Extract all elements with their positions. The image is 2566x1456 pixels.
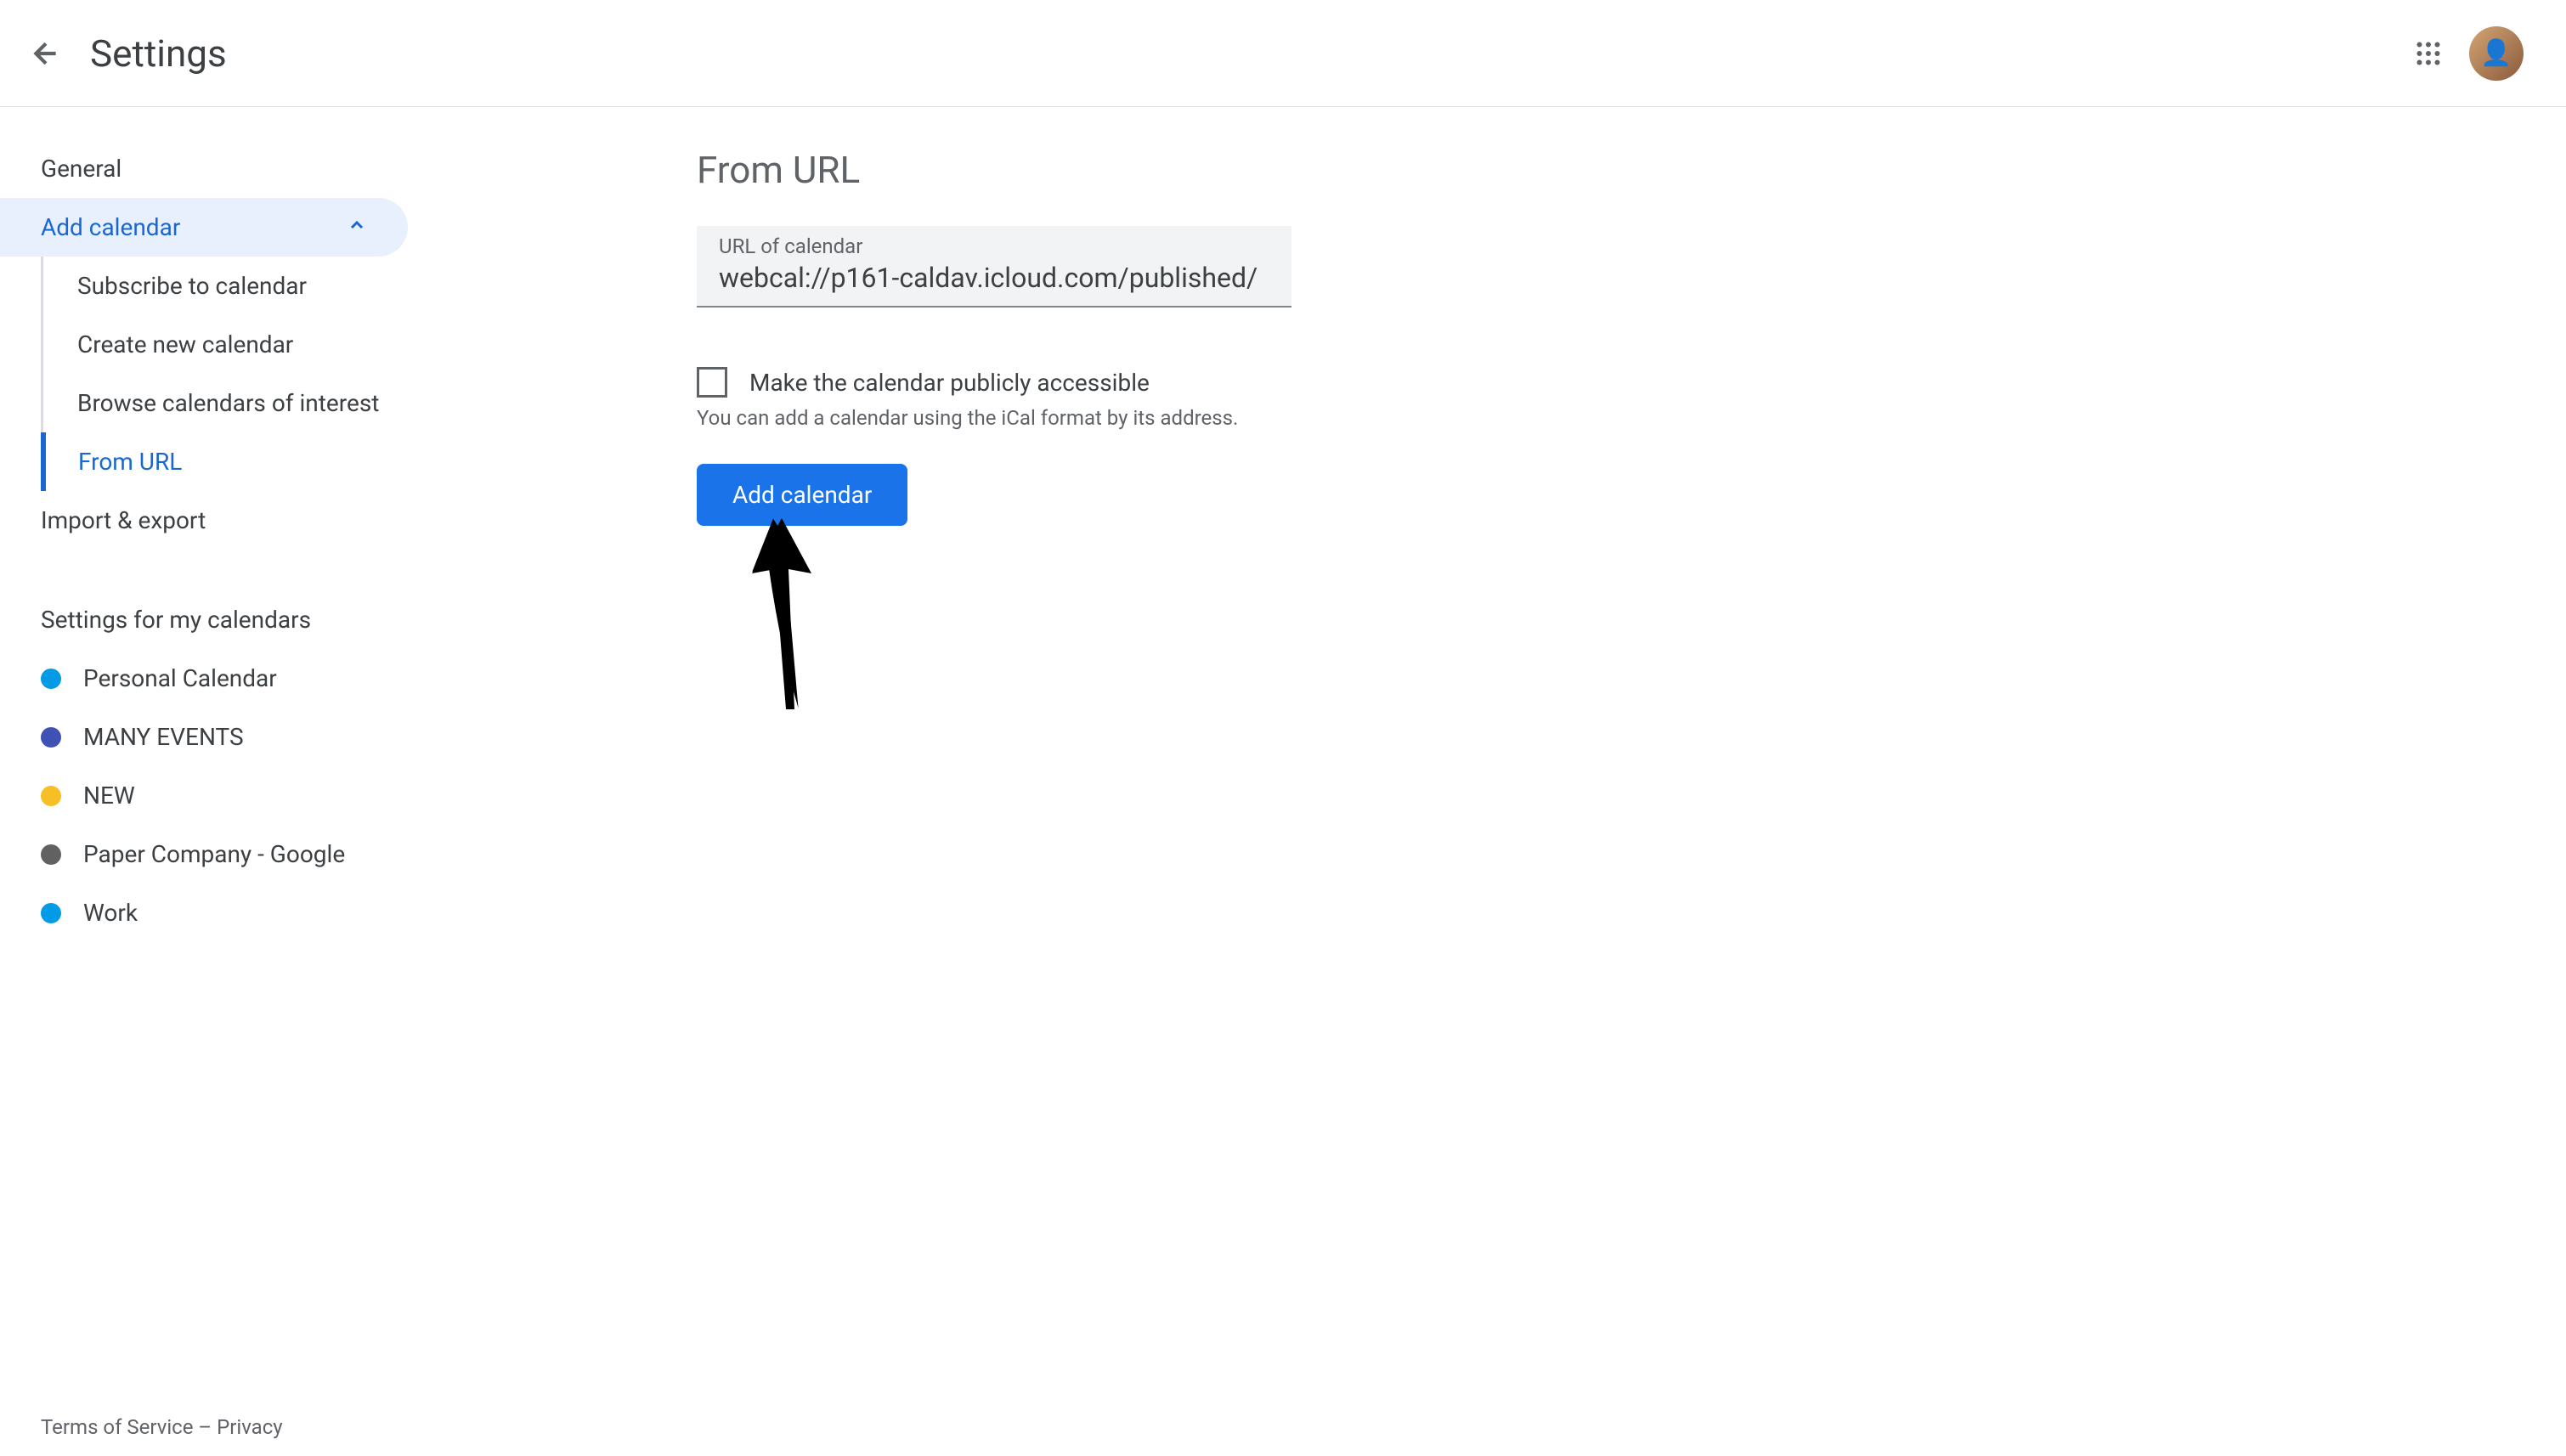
sidebar-subitem-browse[interactable]: Browse calendars of interest <box>41 374 442 432</box>
calendar-color-dot <box>41 786 61 806</box>
header: Settings 👤 <box>0 0 2566 107</box>
checkbox-row: Make the calendar publicly accessible <box>697 367 2566 398</box>
sidebar-item-add-calendar[interactable]: Add calendar <box>0 198 408 257</box>
help-text: You can add a calendar using the iCal fo… <box>697 406 2566 430</box>
content: From URL URL of calendar Make the calend… <box>442 107 2566 1456</box>
annotation-arrow-icon <box>748 518 816 720</box>
sidebar-subitem-create-new[interactable]: Create new calendar <box>41 315 442 374</box>
calendar-name: NEW <box>83 782 135 810</box>
checkbox-label: Make the calendar publicly accessible <box>749 369 1150 397</box>
sidebar-subitem-from-url[interactable]: From URL <box>41 432 442 491</box>
calendar-name: Personal Calendar <box>83 664 277 692</box>
calendar-item-personal[interactable]: Personal Calendar <box>0 649 442 708</box>
back-arrow-icon[interactable] <box>25 33 66 74</box>
chevron-up-icon <box>347 213 367 241</box>
calendar-name: MANY EVENTS <box>83 723 244 751</box>
add-calendar-button[interactable]: Add calendar <box>697 464 907 526</box>
sidebar-subitem-subscribe[interactable]: Subscribe to calendar <box>41 257 442 315</box>
calendar-item-new[interactable]: NEW <box>0 766 442 825</box>
calendar-color-dot <box>41 727 61 748</box>
footer-separator: – <box>193 1415 217 1439</box>
sidebar-section-title: Settings for my calendars <box>0 590 442 649</box>
public-checkbox[interactable] <box>697 367 727 398</box>
main-container: General Add calendar Subscribe to calend… <box>0 107 2566 1456</box>
terms-link[interactable]: Terms of Service <box>41 1415 193 1439</box>
url-input-label: URL of calendar <box>719 234 1269 258</box>
calendar-name: Paper Company - Google <box>83 840 345 868</box>
content-title: From URL <box>697 148 2566 192</box>
calendar-item-work[interactable]: Work <box>0 883 442 942</box>
sidebar-item-import-export[interactable]: Import & export <box>0 491 442 550</box>
footer: Terms of Service – Privacy <box>41 1415 283 1439</box>
url-input[interactable] <box>719 258 1269 294</box>
calendar-item-paper-company[interactable]: Paper Company - Google <box>0 825 442 883</box>
sidebar-item-general[interactable]: General <box>0 139 442 198</box>
privacy-link[interactable]: Privacy <box>217 1415 283 1439</box>
avatar[interactable]: 👤 <box>2469 26 2524 81</box>
apps-grid-icon[interactable] <box>2408 33 2449 74</box>
calendar-name: Work <box>83 899 138 927</box>
sidebar-item-label: Add calendar <box>41 213 180 241</box>
calendar-color-dot <box>41 669 61 689</box>
header-right: 👤 <box>2408 26 2541 81</box>
sidebar: General Add calendar Subscribe to calend… <box>0 107 442 1456</box>
calendar-color-dot <box>41 903 61 923</box>
calendar-item-many-events[interactable]: MANY EVENTS <box>0 708 442 766</box>
page-title: Settings <box>90 31 227 76</box>
calendar-color-dot <box>41 844 61 865</box>
url-input-field[interactable]: URL of calendar <box>697 226 1291 308</box>
